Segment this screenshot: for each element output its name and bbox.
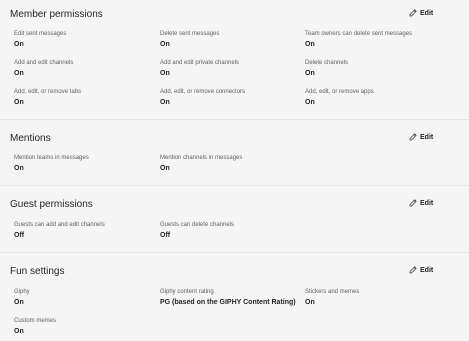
setting-label: Delete sent messages bbox=[160, 31, 220, 37]
setting-guests-add-edit-channels: Guests can add and edit channels Off bbox=[14, 222, 105, 240]
section-divider bbox=[0, 252, 469, 253]
edit-label: Edit bbox=[420, 266, 434, 274]
setting-value: On bbox=[14, 299, 24, 306]
setting-label: Guests can add and edit channels bbox=[14, 222, 105, 228]
setting-value: On bbox=[305, 99, 315, 106]
setting-label: Add and edit channels bbox=[14, 60, 74, 66]
setting-add-edit-private-channels: Add and edit private channels On bbox=[160, 60, 239, 78]
setting-connectors: Add, edit, or remove connectors On bbox=[160, 89, 245, 107]
section-title: Fun settings bbox=[10, 266, 65, 277]
section-title: Mentions bbox=[10, 133, 51, 144]
edit-fun-settings-button[interactable]: Edit bbox=[409, 266, 433, 274]
pencil-icon bbox=[409, 266, 417, 274]
setting-value: On bbox=[160, 99, 170, 106]
setting-value: On bbox=[160, 41, 170, 48]
setting-value: On bbox=[14, 165, 24, 172]
setting-value: PG (based on the GIPHY Content Rating) bbox=[160, 299, 296, 306]
setting-label: Guests can delete channels bbox=[160, 222, 235, 228]
setting-guests-delete-channels: Guests can delete channels Off bbox=[160, 222, 234, 240]
setting-value: On bbox=[160, 165, 170, 172]
section-title: Guest permissions bbox=[10, 199, 93, 210]
setting-value: On bbox=[14, 41, 24, 48]
setting-label: Edit sent messages bbox=[14, 31, 67, 37]
edit-guest-permissions-button[interactable]: Edit bbox=[409, 199, 433, 207]
pencil-icon bbox=[409, 133, 417, 141]
setting-label: Stickers and memes bbox=[305, 289, 360, 295]
setting-mention-teams: Mention teams in messages On bbox=[14, 155, 89, 173]
setting-delete-channels: Delete channels On bbox=[305, 60, 348, 78]
setting-delete-sent-messages: Delete sent messages On bbox=[160, 31, 219, 49]
setting-value: Off bbox=[14, 232, 25, 239]
setting-label: Add, edit, or remove apps bbox=[305, 89, 374, 95]
setting-label: Mention channels in messages bbox=[160, 155, 243, 161]
setting-edit-sent-messages: Edit sent messages On bbox=[14, 31, 66, 49]
setting-label: Giphy content rating bbox=[160, 289, 214, 295]
setting-value: Off bbox=[160, 232, 171, 239]
pencil-icon bbox=[409, 199, 417, 207]
setting-add-edit-channels: Add and edit channels On bbox=[14, 60, 73, 78]
edit-member-permissions-button[interactable]: Edit bbox=[409, 9, 433, 17]
setting-tabs: Add, edit, or remove tabs On bbox=[14, 89, 81, 107]
pencil-icon bbox=[409, 9, 417, 17]
setting-label: Mention teams in messages bbox=[14, 155, 89, 161]
setting-label: Team owners can delete sent messages bbox=[305, 31, 413, 37]
setting-value: On bbox=[305, 299, 315, 306]
edit-label: Edit bbox=[420, 199, 434, 207]
section-divider bbox=[0, 119, 469, 120]
setting-label: Custom memes bbox=[14, 318, 57, 324]
setting-label: Giphy bbox=[14, 289, 30, 295]
setting-value: On bbox=[14, 99, 24, 106]
setting-value: On bbox=[160, 70, 170, 77]
edit-mentions-button[interactable]: Edit bbox=[409, 133, 433, 141]
setting-stickers-and-memes: Stickers and memes On bbox=[305, 289, 359, 307]
setting-label: Add and edit private channels bbox=[160, 60, 240, 66]
setting-label: Add, edit, or remove connectors bbox=[160, 89, 246, 95]
setting-label: Delete channels bbox=[305, 60, 349, 66]
setting-value: On bbox=[14, 70, 24, 77]
setting-value: On bbox=[305, 70, 315, 77]
setting-value: On bbox=[305, 41, 315, 48]
setting-mention-channels: Mention channels in messages On bbox=[160, 155, 242, 173]
setting-label: Add, edit, or remove tabs bbox=[14, 89, 82, 95]
setting-apps: Add, edit, or remove apps On bbox=[305, 89, 374, 107]
edit-label: Edit bbox=[420, 133, 434, 141]
setting-team-owners-delete-messages: Team owners can delete sent messages On bbox=[305, 31, 412, 49]
section-title: Member permissions bbox=[10, 9, 103, 20]
section-divider bbox=[0, 185, 469, 186]
setting-custom-memes: Custom memes On bbox=[14, 318, 56, 336]
setting-giphy: Giphy On bbox=[14, 289, 30, 307]
edit-label: Edit bbox=[420, 9, 434, 17]
setting-value: On bbox=[14, 328, 24, 335]
setting-giphy-content-rating: Giphy content rating PG (based on the GI… bbox=[160, 289, 296, 307]
